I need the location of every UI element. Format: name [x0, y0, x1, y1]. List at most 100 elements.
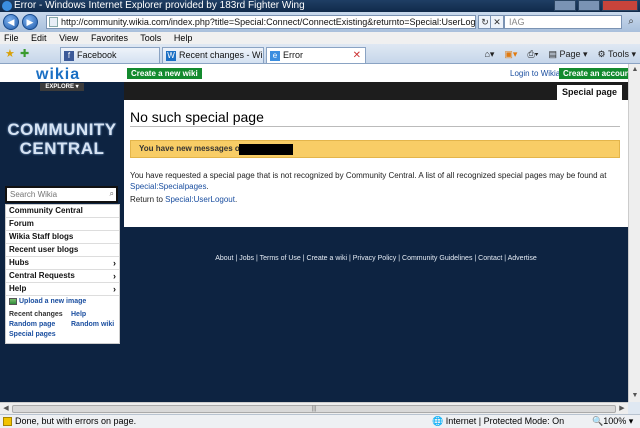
close-window-button[interactable] [602, 0, 638, 11]
create-account-button[interactable]: Create an account [559, 68, 628, 79]
tab-label: Facebook [77, 50, 117, 60]
scroll-down-icon[interactable]: ▼ [630, 391, 640, 401]
window-title-bar: Error - Windows Internet Explorer provid… [0, 0, 640, 12]
upload-label: Upload a new image [19, 298, 87, 305]
nav-label: Recent user blogs [9, 245, 79, 254]
wikia-search-input[interactable] [7, 188, 102, 201]
footer-jobs[interactable]: Jobs [239, 255, 254, 262]
browser-search-input[interactable]: IAG [504, 15, 622, 29]
zoom-icon: 🔍 [592, 416, 604, 426]
horizontal-scrollbar[interactable]: ◀ ||| ▶ [0, 402, 628, 414]
special-specialpages-link[interactable]: Special:Specialpages [130, 182, 207, 191]
security-zone[interactable]: 🌐 Internet | Protected Mode: On [432, 415, 564, 428]
window-title: Error - Windows Internet Explorer provid… [14, 0, 305, 11]
explore-label: EXPLORE [45, 84, 74, 90]
menu-edit[interactable]: Edit [31, 33, 47, 43]
wiki-wordmark[interactable]: COMMUNITY CENTRAL [0, 120, 124, 158]
help-link[interactable]: Help [71, 311, 86, 318]
print-icon[interactable]: ⎙▾ [527, 48, 538, 60]
add-favorites-icon[interactable]: ✚ [20, 48, 29, 60]
forward-button[interactable]: ▶ [22, 14, 38, 30]
favorites-star-icon[interactable]: ★ [5, 48, 15, 60]
page-menu[interactable]: ▤ Page ▾ [548, 48, 587, 60]
tab-facebook[interactable]: f Facebook [60, 47, 160, 63]
footer-guidelines[interactable]: Community Guidelines [402, 255, 472, 262]
chevron-right-icon: › [113, 258, 116, 268]
vertical-scrollbar[interactable]: ▲ ▼ [628, 64, 640, 402]
return-prefix: Return to [130, 195, 163, 204]
nav-central-requests[interactable]: Central Requests › [6, 270, 119, 283]
warning-icon [3, 417, 12, 427]
scroll-up-icon[interactable]: ▲ [630, 65, 640, 75]
tab-label: Error [283, 50, 303, 60]
special-page-tab[interactable]: Special page [556, 85, 622, 100]
tab-recent-changes[interactable]: W Recent changes - Wikia Co... [162, 47, 264, 63]
random-page-link[interactable]: Random page [9, 321, 55, 328]
nav-help[interactable]: Help › [6, 283, 119, 296]
content-header-bar: Special page [124, 82, 628, 100]
scroll-right-icon[interactable]: ▶ [617, 404, 627, 414]
recent-changes-link[interactable]: Recent changes [9, 311, 63, 318]
scroll-grip-icon: ||| [311, 406, 317, 412]
footer-privacy[interactable]: Privacy Policy [353, 255, 397, 262]
back-button[interactable]: ◀ [3, 14, 19, 30]
footer-about[interactable]: About [215, 255, 233, 262]
chevron-right-icon: › [113, 284, 116, 294]
minimize-button[interactable] [554, 0, 576, 11]
nav-community-central[interactable]: Community Central [6, 205, 119, 218]
nav-user-blogs[interactable]: Recent user blogs [6, 244, 119, 257]
create-wiki-button[interactable]: Create a new wiki [127, 68, 202, 79]
footer-terms[interactable]: Terms of Use [260, 255, 301, 262]
footer-advertise[interactable]: Advertise [508, 255, 537, 262]
chevron-right-icon: › [113, 271, 116, 281]
search-icon[interactable]: ⌕ [110, 189, 114, 199]
login-link[interactable]: Login to Wikia [510, 69, 560, 78]
new-messages-text[interactable]: You have new messages on [139, 144, 245, 153]
wikia-logo[interactable]: wikia [36, 66, 80, 84]
special-pages-link[interactable]: Special pages [9, 331, 56, 338]
footer-contact[interactable]: Contact [478, 255, 502, 262]
footer-create-wiki[interactable]: Create a wiki [307, 255, 347, 262]
wikia-search: ⌕ [5, 186, 118, 203]
nav-forum[interactable]: Forum [6, 218, 119, 231]
stop-icon[interactable]: ✕ [490, 15, 504, 29]
return-link[interactable]: Special:UserLogout [165, 195, 235, 204]
nav-hubs[interactable]: Hubs › [6, 257, 119, 270]
menu-view[interactable]: View [59, 33, 78, 43]
error-text: You have requested a special page that i… [130, 171, 607, 180]
status-text: Done, but with errors on page. [15, 416, 137, 426]
explore-button[interactable]: EXPLORE ▾ [40, 83, 84, 91]
menu-help[interactable]: Help [174, 33, 193, 43]
address-toolbar: ◀ ▶ http://community.wikia.com/index.php… [0, 12, 640, 32]
tab-error[interactable]: e Error ✕ [266, 47, 366, 63]
tab-label: Recent changes - Wikia Co... [179, 50, 263, 60]
ie-page-icon: e [270, 51, 280, 61]
error-text-end: . [206, 182, 209, 191]
random-wiki-link[interactable]: Random wiki [71, 321, 114, 328]
nav-label: Forum [9, 219, 34, 228]
nav-label: Hubs [9, 258, 29, 267]
tools-menu[interactable]: ⚙ Tools ▾ [598, 48, 636, 60]
menu-favorites[interactable]: Favorites [91, 33, 128, 43]
feeds-icon[interactable]: ▣▾ [504, 48, 517, 60]
address-bar[interactable]: http://community.wikia.com/index.php?tit… [46, 15, 476, 29]
scroll-left-icon[interactable]: ◀ [1, 404, 11, 414]
nav-staff-blogs[interactable]: Wikia Staff blogs [6, 231, 119, 244]
zone-text: Internet | Protected Mode: On [445, 416, 565, 426]
menu-file[interactable]: File [4, 33, 19, 43]
wiki-navigation: Community Central Forum Wikia Staff blog… [5, 204, 120, 344]
tools-menu-label: Tools [607, 49, 629, 59]
new-messages-banner: You have new messages on [130, 140, 620, 158]
url-text: http://community.wikia.com/index.php?tit… [61, 17, 476, 27]
close-tab-icon[interactable]: ✕ [353, 48, 361, 63]
home-icon[interactable]: ⌂▾ [484, 48, 494, 60]
facebook-icon: f [64, 51, 74, 61]
browser-search-value: IAG [509, 17, 525, 27]
status-message[interactable]: Done, but with errors on page. [3, 415, 136, 428]
upload-image-link[interactable]: Upload a new image [6, 296, 119, 309]
zoom-control[interactable]: 🔍100% ▾ [592, 415, 633, 428]
return-end: . [234, 195, 238, 204]
menu-tools[interactable]: Tools [140, 33, 161, 43]
search-icon[interactable]: ⌕ [624, 15, 638, 29]
maximize-button[interactable] [578, 0, 600, 11]
